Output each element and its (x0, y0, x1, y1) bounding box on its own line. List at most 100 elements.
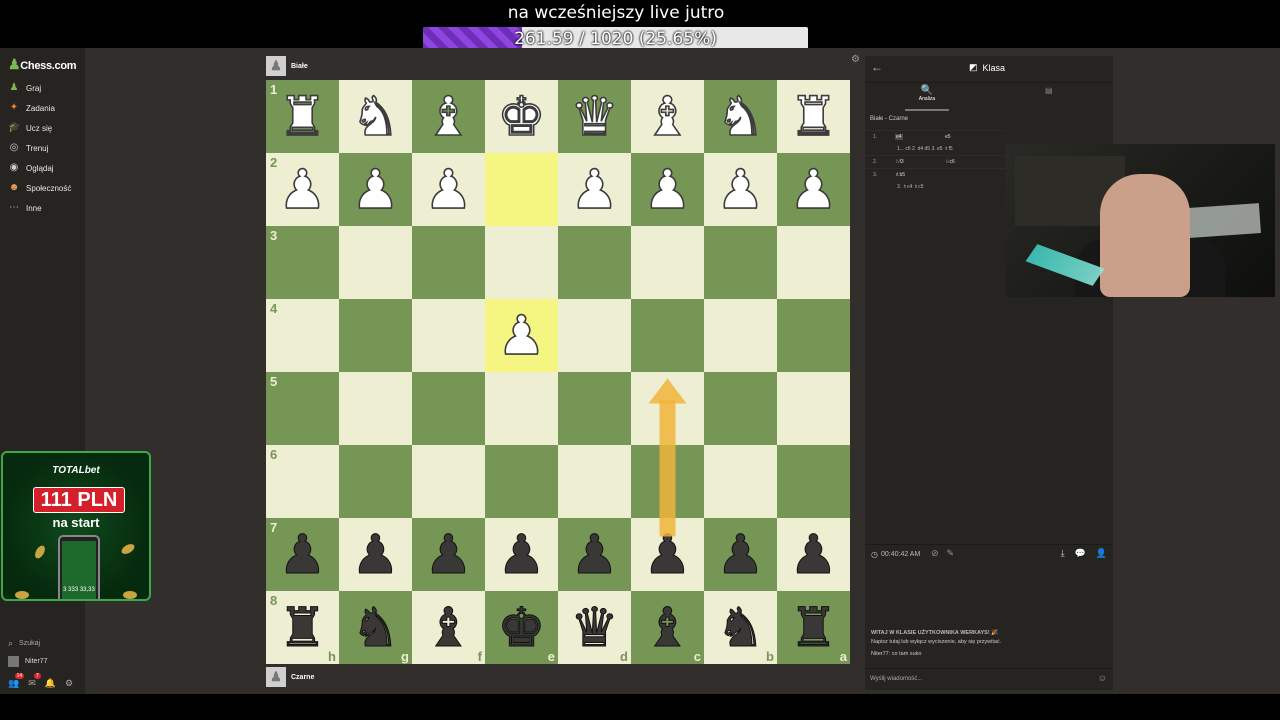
white-pawn-icon[interactable]: ♟ (339, 153, 412, 226)
black-pawn-icon[interactable]: ♟ (412, 518, 485, 591)
square-c5[interactable] (631, 372, 704, 445)
square-e5[interactable] (485, 372, 558, 445)
white-move[interactable]: ♘f3 (895, 159, 904, 165)
black-move[interactable]: e5 (945, 134, 951, 140)
square-g2[interactable]: ♟ (339, 153, 412, 226)
square-f8[interactable]: f ♝ (412, 591, 485, 664)
variation-line[interactable]: 1... c6 2. d4 d5 3. e5 ♗f5 (865, 143, 1005, 155)
square-c3[interactable] (631, 226, 704, 299)
white-bishop-icon[interactable]: ♝ (631, 80, 704, 153)
black-pawn-icon[interactable]: ♟ (777, 518, 850, 591)
white-pawn-icon[interactable]: ♟ (631, 153, 704, 226)
tab-analysis[interactable]: 🔍 Analiza (905, 83, 949, 111)
square-e6[interactable] (485, 445, 558, 518)
sidebar-item-inne[interactable]: ⋯ Inne (8, 199, 42, 217)
sidebar-item-ucz-się[interactable]: 🎓 Ucz się (8, 119, 52, 137)
square-c7[interactable]: ♟ (631, 518, 704, 591)
square-f4[interactable] (412, 299, 485, 372)
chat-input[interactable]: Wyślij wiadomość... ☺ (865, 668, 1113, 689)
square-f2[interactable]: ♟ (412, 153, 485, 226)
square-e2[interactable] (485, 153, 558, 226)
square-a4[interactable] (777, 299, 850, 372)
black-pawn-icon[interactable]: ♟ (266, 518, 339, 591)
settings-gear-icon[interactable]: ⚙ (65, 678, 73, 689)
black-move[interactable]: ♘c6 (945, 159, 955, 165)
square-d1[interactable]: ♛ (558, 80, 631, 153)
sidebar-item-trenuj[interactable]: ◎ Trenuj (8, 139, 49, 157)
white-move[interactable]: e4 (895, 134, 903, 140)
sidebar-item-graj[interactable]: ♟ Graj (8, 79, 42, 97)
white-rook-icon[interactable]: ♜ (266, 80, 339, 153)
chess-board[interactable]: 1 ♜ ♞ ♝ ♚ ♛ ♝ ♞ ♜ 2 ♟ ♟ ♟ ♟ ♟ ♟ ♟ 3 4 ♟ 5 6 7 ♟ ♟ ♟ ♟ ♟ ♟ ♟ ♟ 8 h ♜ g ♞ f ♝ e ♚… (266, 80, 850, 664)
square-h3[interactable]: 3 (266, 226, 339, 299)
white-pawn-icon[interactable]: ♟ (485, 299, 558, 372)
square-e3[interactable] (485, 226, 558, 299)
white-pawn-icon[interactable]: ♟ (412, 153, 485, 226)
square-g5[interactable] (339, 372, 412, 445)
square-a3[interactable] (777, 226, 850, 299)
square-e7[interactable]: ♟ (485, 518, 558, 591)
square-f1[interactable]: ♝ (412, 80, 485, 153)
square-a2[interactable]: ♟ (777, 153, 850, 226)
square-d6[interactable] (558, 445, 631, 518)
tab-archive-icon[interactable]: ▤ (1045, 86, 1053, 95)
sidebar-item-społeczność[interactable]: ☻ Społeczność (8, 179, 72, 197)
mic-off-icon[interactable]: ✎ (947, 548, 955, 559)
square-h4[interactable]: 4 (266, 299, 339, 372)
white-rook-icon[interactable]: ♜ (777, 80, 850, 153)
square-a8[interactable]: a ♜ (777, 591, 850, 664)
square-c6[interactable] (631, 445, 704, 518)
black-rook-icon[interactable]: ♜ (266, 591, 339, 664)
square-h2[interactable]: 2 ♟ (266, 153, 339, 226)
black-pawn-icon[interactable]: ♟ (339, 518, 412, 591)
messages-icon[interactable]: ✉ 7 (28, 673, 41, 689)
black-bishop-icon[interactable]: ♝ (412, 591, 485, 664)
square-g8[interactable]: g ♞ (339, 591, 412, 664)
square-b5[interactable] (704, 372, 777, 445)
square-e4[interactable]: ♟ (485, 299, 558, 372)
friends-icon[interactable]: 👥 14 (8, 673, 25, 689)
square-d2[interactable]: ♟ (558, 153, 631, 226)
square-g3[interactable] (339, 226, 412, 299)
users-icon[interactable]: 👤 (1096, 548, 1107, 559)
square-g7[interactable]: ♟ (339, 518, 412, 591)
square-a7[interactable]: ♟ (777, 518, 850, 591)
notifications-bell-icon[interactable]: 🔔 (45, 678, 56, 689)
square-f5[interactable] (412, 372, 485, 445)
square-b8[interactable]: b ♞ (704, 591, 777, 664)
back-arrow-icon[interactable]: ← (871, 60, 883, 74)
square-d7[interactable]: ♟ (558, 518, 631, 591)
white-queen-icon[interactable]: ♛ (558, 80, 631, 153)
square-e8[interactable]: e ♚ (485, 591, 558, 664)
square-a5[interactable] (777, 372, 850, 445)
square-c2[interactable]: ♟ (631, 153, 704, 226)
totalbet-ad[interactable]: TOTALbet 111 PLN na start 3 333 33,33 (1, 451, 151, 601)
square-d8[interactable]: d ♛ (558, 591, 631, 664)
black-king-icon[interactable]: ♚ (485, 591, 558, 664)
chat-icon[interactable]: 💬 (1075, 548, 1086, 559)
sidebar-item-oglądaj[interactable]: ◉ Oglądaj (8, 159, 54, 177)
square-e1[interactable]: ♚ (485, 80, 558, 153)
black-bishop-icon[interactable]: ♝ (631, 591, 704, 664)
white-pawn-icon[interactable]: ♟ (558, 153, 631, 226)
black-rook-icon[interactable]: ♜ (777, 591, 850, 664)
white-bishop-icon[interactable]: ♝ (412, 80, 485, 153)
black-knight-icon[interactable]: ♞ (339, 591, 412, 664)
square-c8[interactable]: c ♝ (631, 591, 704, 664)
square-b6[interactable] (704, 445, 777, 518)
square-d4[interactable] (558, 299, 631, 372)
variation-line[interactable]: 3. ♗c4 ♗c5 (865, 181, 1005, 193)
square-c4[interactable] (631, 299, 704, 372)
white-pawn-icon[interactable]: ♟ (266, 153, 339, 226)
camera-off-icon[interactable]: ⊘ (931, 548, 939, 559)
square-h7[interactable]: 7 ♟ (266, 518, 339, 591)
square-h1[interactable]: 1 ♜ (266, 80, 339, 153)
black-pawn-icon[interactable]: ♟ (704, 518, 777, 591)
white-move[interactable]: ♗b5 (895, 172, 905, 178)
sidebar-item-zadania[interactable]: ✦ Zadania (8, 99, 55, 117)
board-settings-gear-icon[interactable]: ⚙ (851, 54, 860, 65)
sidebar-user[interactable]: Niter77 (8, 656, 48, 667)
square-b3[interactable] (704, 226, 777, 299)
square-h6[interactable]: 6 (266, 445, 339, 518)
square-b1[interactable]: ♞ (704, 80, 777, 153)
